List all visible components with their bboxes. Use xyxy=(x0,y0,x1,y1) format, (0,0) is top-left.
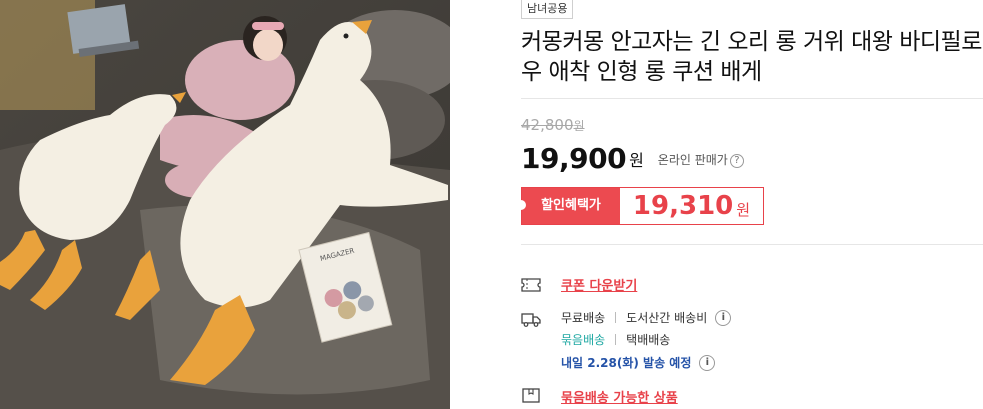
question-icon[interactable]: ? xyxy=(729,154,744,168)
free-shipping-label: 무료배송 xyxy=(561,311,606,325)
shipping-method-line: 묶음배송 택배배송 xyxy=(561,331,670,348)
sale-price: 19,900 xyxy=(521,142,627,175)
truck-icon xyxy=(521,313,541,327)
box-icon xyxy=(522,388,540,403)
original-price: 42,800원 xyxy=(521,116,585,134)
benefit-price-unit: 원 xyxy=(736,200,751,219)
sale-price-unit: 원 xyxy=(629,151,644,170)
info-icon[interactable]: i xyxy=(699,354,716,371)
island-shipping-label: 도서산간 배송비 xyxy=(626,311,708,325)
bundle-products-link[interactable]: 묶음배송 가능한 상품 xyxy=(561,387,678,406)
coupon-download-link[interactable]: 쿠폰 다운받기 xyxy=(561,275,637,294)
product-photo-illustration: MAGAZER xyxy=(0,0,450,409)
parcel-shipping-label: 택배배송 xyxy=(626,333,671,347)
bundle-shipping-label: 묶음배송 xyxy=(561,333,606,347)
separator xyxy=(615,312,617,323)
product-info-panel: 남녀공용 커몽커몽 안고자는 긴 오리 롱 거위 대왕 바디필로우 애착 인형 … xyxy=(516,0,983,409)
coupon-icon xyxy=(521,278,541,292)
info-icon[interactable]: i xyxy=(715,309,732,326)
original-price-value: 42,800 xyxy=(521,116,574,134)
product-image: MAGAZER xyxy=(0,0,450,409)
benefit-price: 19,310 원 xyxy=(620,188,763,224)
product-title: 커몽커몽 안고자는 긴 오리 롱 거위 대왕 바디필로우 애착 인형 롱 쿠션 … xyxy=(521,29,982,85)
online-price-label: 온라인 판매가 xyxy=(657,153,728,167)
divider xyxy=(521,244,983,245)
unisex-badge: 남녀공용 xyxy=(521,0,574,19)
benefit-label: 할인혜택가 xyxy=(516,188,620,224)
benefit-price-value: 19,310 xyxy=(632,191,734,221)
sale-price-row: 19,900 원 온라인 판매가 ? xyxy=(521,141,744,175)
shipping-fee-line: 무료배송 도서산간 배송비 i xyxy=(561,309,732,326)
discount-benefit-box: 할인혜택가 19,310 원 xyxy=(516,187,764,225)
original-price-unit: 원 xyxy=(573,119,585,133)
separator xyxy=(615,334,617,345)
delivery-date: 내일 2.28(화) 발송 예정 xyxy=(561,356,692,370)
delivery-date-line: 내일 2.28(화) 발송 예정 i xyxy=(561,354,716,371)
divider xyxy=(521,98,983,99)
